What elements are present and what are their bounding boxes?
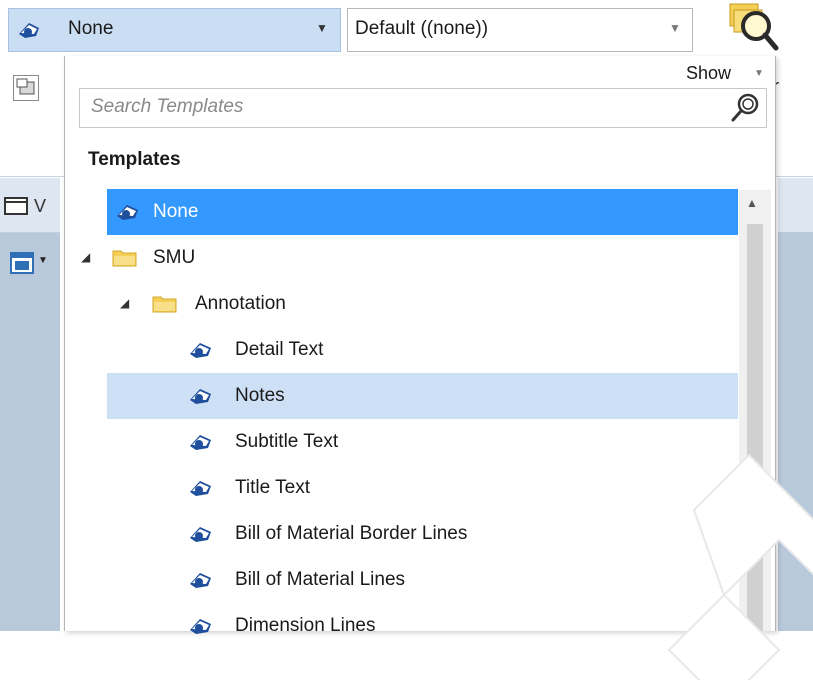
view-info-icon[interactable] bbox=[10, 252, 34, 274]
search-placeholder: Search Templates bbox=[91, 96, 244, 117]
element-template-icon bbox=[190, 435, 211, 450]
element-template-icon bbox=[190, 481, 211, 496]
element-template-icon bbox=[190, 343, 211, 358]
element-template-icon bbox=[19, 23, 39, 38]
search-icon[interactable] bbox=[728, 90, 764, 126]
tree-item-label: Title Text bbox=[235, 477, 310, 498]
tree-item-label: Dimension Lines bbox=[235, 615, 376, 636]
chevron-down-icon[interactable]: ▼ bbox=[669, 21, 681, 35]
scroll-up-icon[interactable]: ▲ bbox=[746, 196, 758, 210]
element-template-icon bbox=[117, 205, 138, 220]
tree-item-label: Annotation bbox=[195, 293, 286, 314]
tree-item-label: Detail Text bbox=[235, 339, 324, 360]
view-toolbar-strip-right bbox=[778, 178, 813, 232]
tree-item-label: Bill of Material Lines bbox=[235, 569, 406, 590]
tree-item-label: None bbox=[153, 201, 199, 222]
tree-item-label: Notes bbox=[235, 385, 285, 406]
tree-item-label: SMU bbox=[153, 247, 196, 268]
element-template-value: None bbox=[68, 18, 114, 39]
level-combo-value: Default ((none)) bbox=[355, 18, 489, 39]
template-tool-icon[interactable] bbox=[13, 75, 39, 101]
element-template-icon bbox=[190, 619, 211, 634]
tree-template-row[interactable]: Notes bbox=[107, 373, 738, 419]
chevron-down-icon[interactable]: ▼ bbox=[38, 255, 48, 266]
element-template-icon bbox=[190, 573, 211, 588]
tree-template-row[interactable]: Detail Text bbox=[107, 327, 738, 373]
chevron-down-icon[interactable]: ▼ bbox=[754, 68, 764, 79]
tree-item-label: Subtitle Text bbox=[235, 431, 339, 452]
expander-icon[interactable]: ◢ bbox=[81, 250, 90, 264]
view-label: V bbox=[34, 196, 47, 216]
element-template-icon bbox=[190, 389, 211, 404]
element-template-icon bbox=[190, 527, 211, 542]
element-template-combo[interactable] bbox=[8, 8, 341, 52]
tree-template-row[interactable]: None bbox=[107, 189, 738, 235]
chevron-down-icon[interactable]: ▼ bbox=[316, 21, 328, 35]
workspace-left-background bbox=[0, 178, 60, 631]
templates-heading: Templates bbox=[88, 149, 181, 170]
tree-folder-row[interactable]: ◢ SMU bbox=[81, 235, 738, 281]
view-icon bbox=[4, 197, 28, 215]
folder-icon bbox=[152, 296, 177, 313]
watermark-mark bbox=[667, 453, 813, 680]
tree-folder-row[interactable]: ◢ Annotation bbox=[107, 281, 738, 327]
expander-icon[interactable]: ◢ bbox=[120, 296, 129, 310]
show-menu-label[interactable]: Show bbox=[686, 63, 731, 84]
explorer-icon[interactable] bbox=[726, 0, 782, 52]
tree-item-label: Bill of Material Border Lines bbox=[235, 523, 468, 544]
folder-icon bbox=[112, 250, 137, 267]
